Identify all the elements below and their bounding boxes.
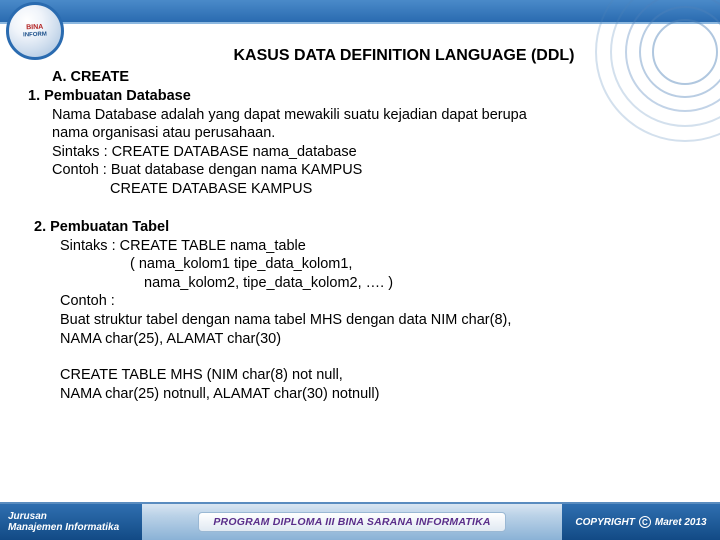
section-2-paren2: nama_kolom2, tipe_data_kolom2, …. )	[144, 274, 710, 293]
top-bar	[0, 0, 720, 24]
footer-left-line2: Manajemen Informatika	[8, 522, 142, 534]
copyright-icon: C	[639, 516, 651, 528]
logo-text: BINA INFORM	[23, 24, 47, 39]
logo-badge: BINA INFORM	[6, 2, 64, 60]
logo-line1: BINA	[26, 24, 43, 32]
section-2-syntax: Sintaks : CREATE TABLE nama_table	[60, 237, 710, 256]
section-2-heading: 2. Pembuatan Tabel	[34, 218, 710, 237]
section-2-example-line1: Buat struktur tabel dengan nama tabel MH…	[60, 311, 710, 330]
section-2-example-label: Contoh :	[60, 292, 710, 311]
footer-copyright-label: COPYRIGHT	[575, 517, 634, 528]
section-1-example-label: Contoh : Buat database dengan nama KAMPU…	[52, 161, 710, 180]
footer-bar: Jurusan Manajemen Informatika PROGRAM DI…	[0, 502, 720, 540]
slide-title: KASUS DATA DEFINITION LANGUAGE (DDL)	[28, 46, 710, 66]
create-table-line1: CREATE TABLE MHS (NIM char(8) not null,	[60, 366, 710, 385]
section-1-example-code: CREATE DATABASE KAMPUS	[110, 180, 710, 199]
logo-line2: INFORM	[23, 32, 47, 39]
footer-center: PROGRAM DIPLOMA III BINA SARANA INFORMAT…	[142, 504, 562, 540]
footer-date: Maret 2013	[655, 517, 707, 528]
section-1-desc-line2: nama organisasi atau perusahaan.	[52, 124, 710, 143]
slide-content: KASUS DATA DEFINITION LANGUAGE (DDL) A. …	[28, 46, 710, 403]
section-1-syntax: Sintaks : CREATE DATABASE nama_database	[52, 143, 710, 162]
footer-right: COPYRIGHT C Maret 2013	[562, 504, 720, 540]
section-1-heading: 1. Pembuatan Database	[28, 87, 710, 106]
section-2-paren1: ( nama_kolom1 tipe_data_kolom1,	[130, 255, 710, 274]
footer-left-line1: Jurusan	[8, 511, 142, 523]
footer-left: Jurusan Manajemen Informatika	[0, 504, 142, 540]
create-table-line2: NAMA char(25) notnull, ALAMAT char(30) n…	[60, 385, 710, 404]
section-2-example-line2: NAMA char(25), ALAMAT char(30)	[60, 330, 710, 349]
footer-center-pill: PROGRAM DIPLOMA III BINA SARANA INFORMAT…	[198, 512, 505, 532]
section-a-heading: A. CREATE	[52, 68, 710, 87]
section-1-desc-line1: Nama Database adalah yang dapat mewakili…	[52, 106, 710, 125]
